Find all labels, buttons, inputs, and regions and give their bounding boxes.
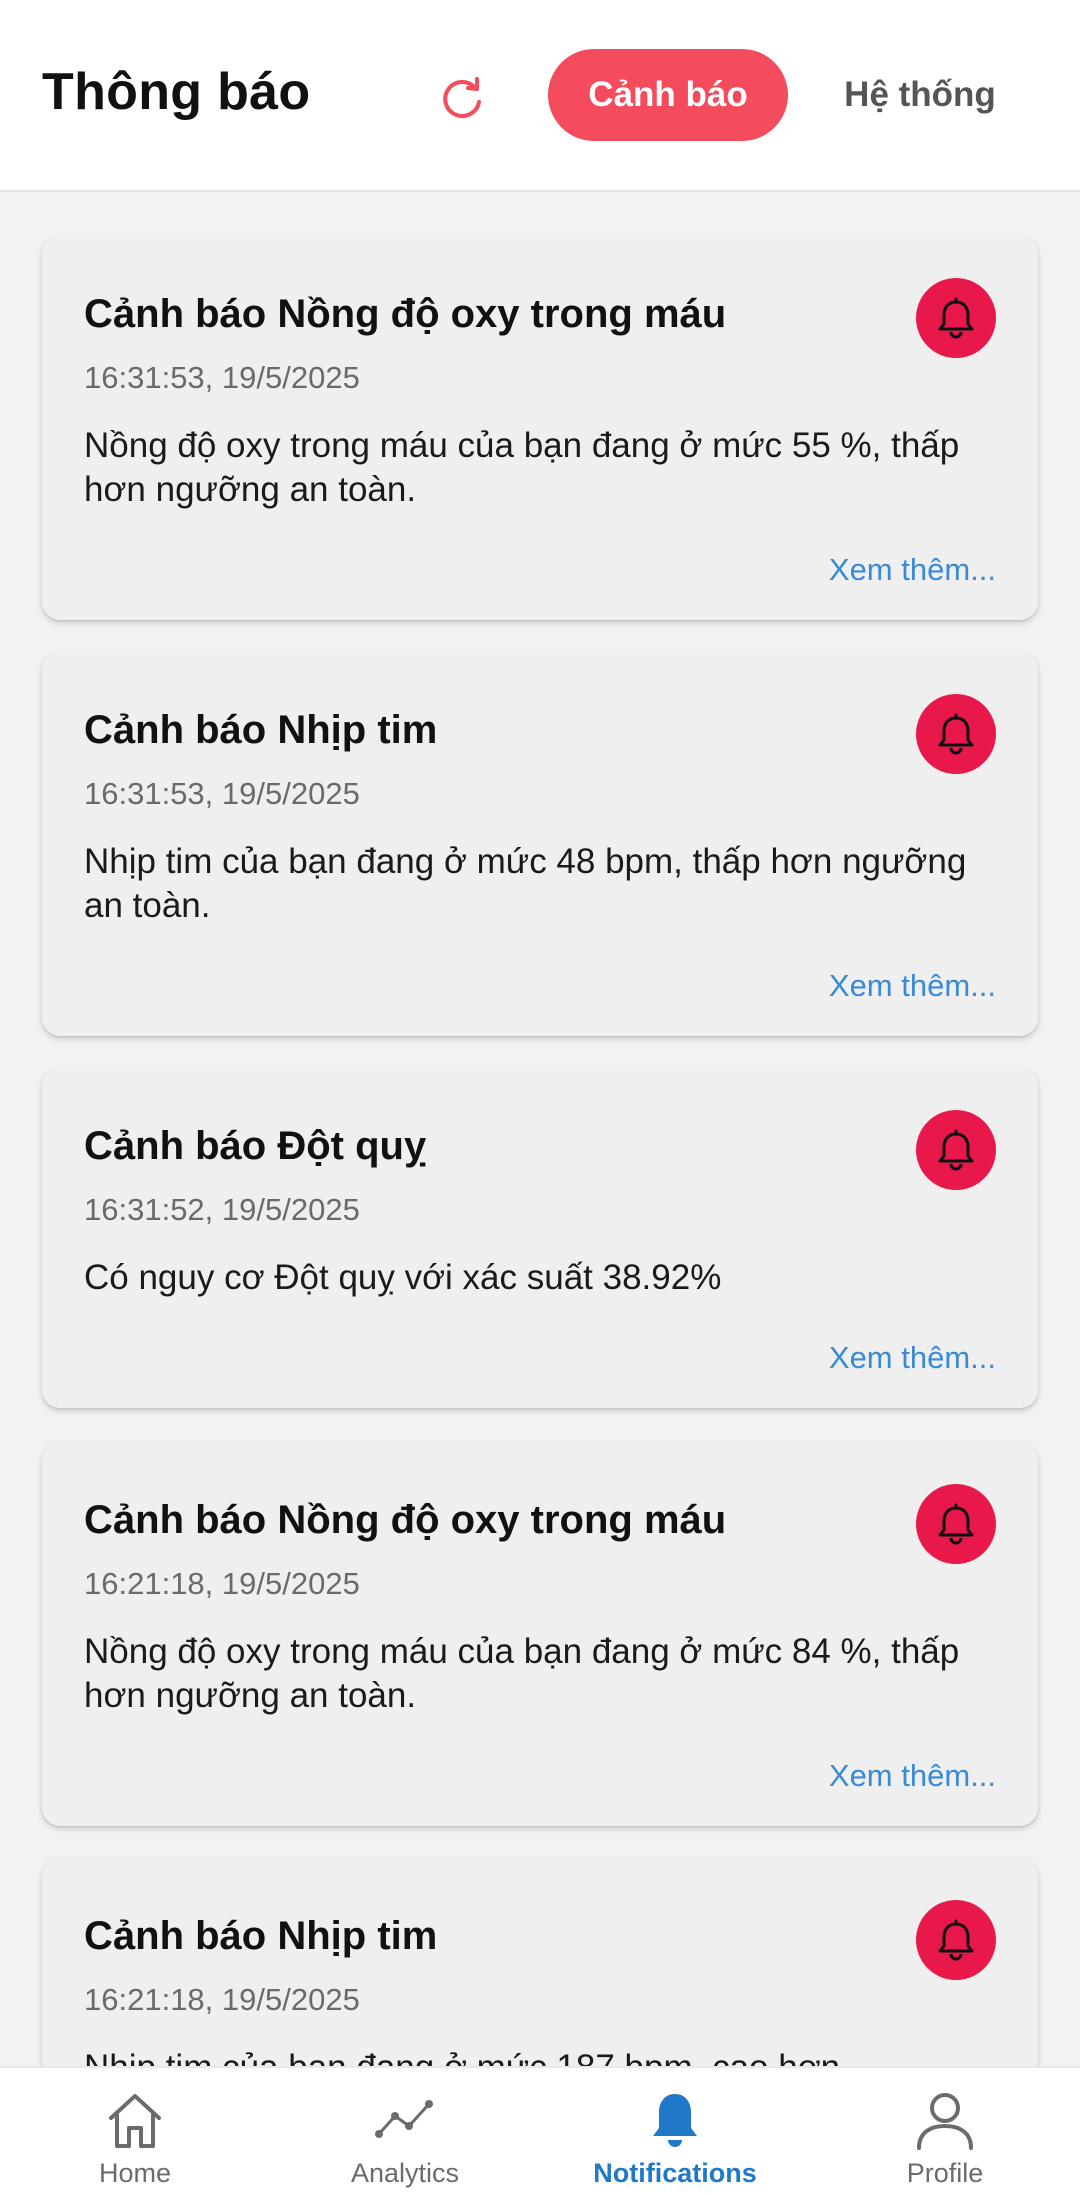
bottom-nav: Home Analytics Notifications Profile bbox=[0, 2066, 1080, 2195]
nav-analytics-label: Analytics bbox=[350, 2158, 460, 2188]
bell-icon bbox=[916, 1484, 996, 1564]
notification-body: Nhịp tim của bạn đang ở mức 187 bpm, cao… bbox=[84, 2046, 1004, 2066]
nav-profile[interactable]: Profile bbox=[810, 2068, 1080, 2195]
notification-body: Nồng độ oxy trong máu của bạn đang ở mức… bbox=[84, 426, 960, 509]
notification-title: Cảnh báo Nhịp tim bbox=[84, 708, 438, 752]
nav-notifications[interactable]: Notifications bbox=[540, 2068, 810, 2195]
notification-card[interactable]: Cảnh báo Đột quỵ 16:31:52, 19/5/2025 Có … bbox=[42, 1068, 1038, 1408]
nav-home[interactable]: Home bbox=[0, 2068, 270, 2195]
bell-icon bbox=[916, 694, 996, 774]
bell-icon bbox=[916, 278, 996, 358]
notification-body: Nồng độ oxy trong máu của bạn đang ở mức… bbox=[84, 1632, 960, 1715]
notification-body: Có nguy cơ Đột quỵ với xác suất 38.92% bbox=[84, 1258, 722, 1297]
bell-icon bbox=[916, 1110, 996, 1190]
notification-time: 16:21:18, 19/5/2025 bbox=[84, 1566, 360, 1601]
tab-system[interactable]: Hệ thống bbox=[810, 49, 1030, 141]
notification-title: Cảnh báo Nồng độ oxy trong máu bbox=[84, 292, 727, 336]
see-more-link[interactable]: Xem thêm... bbox=[829, 552, 996, 588]
notification-time: 16:31:52, 19/5/2025 bbox=[84, 1192, 360, 1227]
bell-icon bbox=[916, 1900, 996, 1980]
notification-card[interactable]: Cảnh báo Nhịp tim 16:21:18, 19/5/2025 Nh… bbox=[42, 1858, 1038, 2066]
bell-icon bbox=[640, 2088, 710, 2152]
notification-card[interactable]: Cảnh báo Nhịp tim 16:31:53, 19/5/2025 Nh… bbox=[42, 652, 1038, 1036]
see-more-link[interactable]: Xem thêm... bbox=[829, 1340, 996, 1376]
home-icon bbox=[100, 2088, 170, 2152]
notification-title: Cảnh báo Nồng độ oxy trong máu bbox=[84, 1498, 727, 1542]
profile-icon bbox=[910, 2088, 980, 2152]
analytics-icon bbox=[370, 2088, 440, 2152]
refresh-button[interactable] bbox=[432, 70, 492, 130]
notification-card[interactable]: Cảnh báo Nồng độ oxy trong máu 16:31:53,… bbox=[42, 236, 1038, 620]
nav-notifications-label: Notifications bbox=[593, 2158, 757, 2188]
notification-time: 16:31:53, 19/5/2025 bbox=[84, 776, 360, 811]
notification-title: Cảnh báo Nhịp tim bbox=[84, 1914, 438, 1958]
notification-list[interactable]: Cảnh báo Nồng độ oxy trong máu 16:31:53,… bbox=[0, 194, 1080, 2066]
notification-body: Nhịp tim của bạn đang ở mức 48 bpm, thấp… bbox=[84, 842, 967, 925]
refresh-icon bbox=[436, 72, 488, 129]
nav-profile-label: Profile bbox=[906, 2158, 984, 2188]
see-more-link[interactable]: Xem thêm... bbox=[829, 1758, 996, 1794]
notification-title: Cảnh báo Đột quỵ bbox=[84, 1124, 427, 1168]
header: Thông báo Cảnh báo Hệ thống bbox=[0, 0, 1080, 192]
see-more-link[interactable]: Xem thêm... bbox=[829, 968, 996, 1004]
page-title: Thông báo bbox=[42, 63, 311, 121]
nav-analytics[interactable]: Analytics bbox=[270, 2068, 540, 2195]
nav-home-label: Home bbox=[98, 2158, 172, 2188]
notification-time: 16:21:18, 19/5/2025 bbox=[84, 1982, 360, 2017]
notification-time: 16:31:53, 19/5/2025 bbox=[84, 360, 360, 395]
notification-card[interactable]: Cảnh báo Nồng độ oxy trong máu 16:21:18,… bbox=[42, 1442, 1038, 1826]
tab-alerts[interactable]: Cảnh báo bbox=[548, 49, 788, 141]
